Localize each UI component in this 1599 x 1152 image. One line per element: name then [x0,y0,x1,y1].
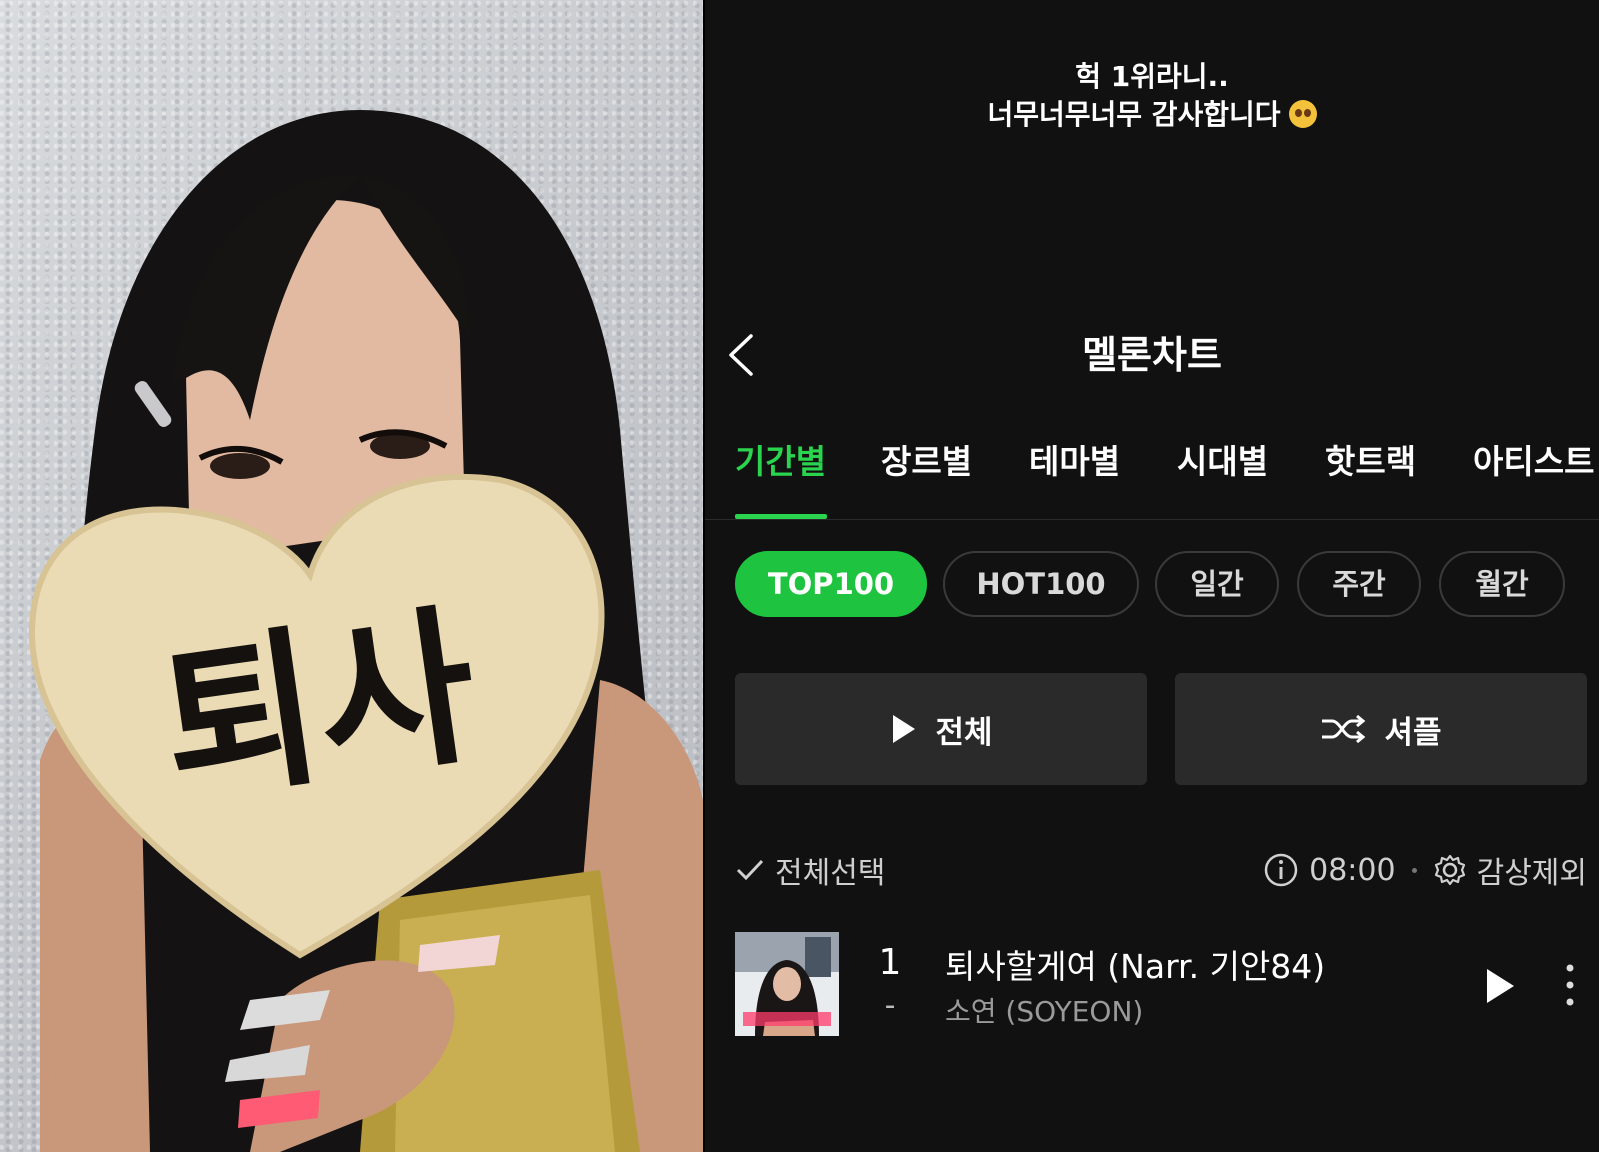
chart-rank: 1 [878,942,902,983]
chip-top100[interactable]: TOP100 [735,551,927,617]
story-caption: 헉 1위라니.. 너무너무너무 감사합니다 [705,58,1599,134]
chart-time: 08:00 [1309,852,1396,888]
tabs-divider [705,519,1599,520]
song-title[interactable]: 퇴사할게여 (Narr. 기안84) [945,940,1325,988]
album-cover[interactable] [735,932,839,1036]
tab-era[interactable]: 시대별 [1177,432,1268,520]
selfie-photo: 퇴사 [28,110,703,1152]
tab-hottrack[interactable]: 핫트랙 [1325,432,1416,520]
tab-theme[interactable]: 테마별 [1029,432,1120,520]
select-all-label: 전체선택 [775,856,886,891]
shuffle-icon [1322,714,1366,744]
play-icon [893,715,916,743]
app-header: 멜론차트 [705,320,1599,390]
tab-period[interactable]: 기간별 [735,432,826,520]
play-all-button[interactable]: 전체 [735,673,1147,785]
melon-app-screen: 헉 1위라니.. 너무너무너무 감사합니다 멜론차트 기간별 장르별 테마별 시… [705,0,1599,1152]
chip-daily[interactable]: 일간 [1155,551,1279,617]
tab-genre[interactable]: 장르별 [881,432,972,520]
separator-dot [1411,867,1417,873]
chip-weekly[interactable]: 주간 [1297,551,1421,617]
play-song-icon[interactable] [1483,966,1517,1006]
song-artist[interactable]: 소연 (SOYEON) [945,990,1143,1030]
album-cover-image [735,932,839,1036]
exclude-listening-button[interactable]: 감상제외 [1477,848,1587,892]
pleading-face-emoji [1288,100,1317,128]
toolbar-right: 08:00 감상제외 [1263,845,1587,895]
song-row[interactable]: 1 - 퇴사할게여 (Narr. 기안84) 소연 (SOYEON) [705,930,1599,1040]
checkmark-icon [736,859,764,881]
story-line-2-wrap: 너무너무너무 감사합니다 [705,96,1599,134]
chip-monthly[interactable]: 월간 [1439,551,1565,617]
story-line-1: 헉 1위라니.. [1075,60,1229,93]
shuffle-button[interactable]: 셔플 [1175,673,1587,785]
rank-change: - [884,988,896,1023]
play-all-label: 전체 [935,714,993,751]
info-icon[interactable] [1263,852,1299,888]
story-line-2: 너무너무너무 감사합니다 [987,98,1281,131]
list-toolbar: 전체선택 08:00 감상제외 [705,845,1599,895]
chart-tabs: 기간별 장르별 테마별 시대별 핫트랙 아티스트 [705,432,1599,520]
shuffle-label: 셔플 [1384,714,1442,751]
chip-hot100[interactable]: HOT100 [943,551,1139,617]
chevron-left-icon[interactable] [723,332,759,378]
tab-artist[interactable]: 아티스트 [1473,432,1594,520]
gear-icon[interactable] [1433,853,1467,887]
photo-panel: 퇴사 [0,0,703,1152]
select-all-button[interactable]: 전체선택 [735,845,885,895]
page-title: 멜론차트 [1082,333,1222,377]
more-options-icon[interactable] [1563,960,1577,1010]
